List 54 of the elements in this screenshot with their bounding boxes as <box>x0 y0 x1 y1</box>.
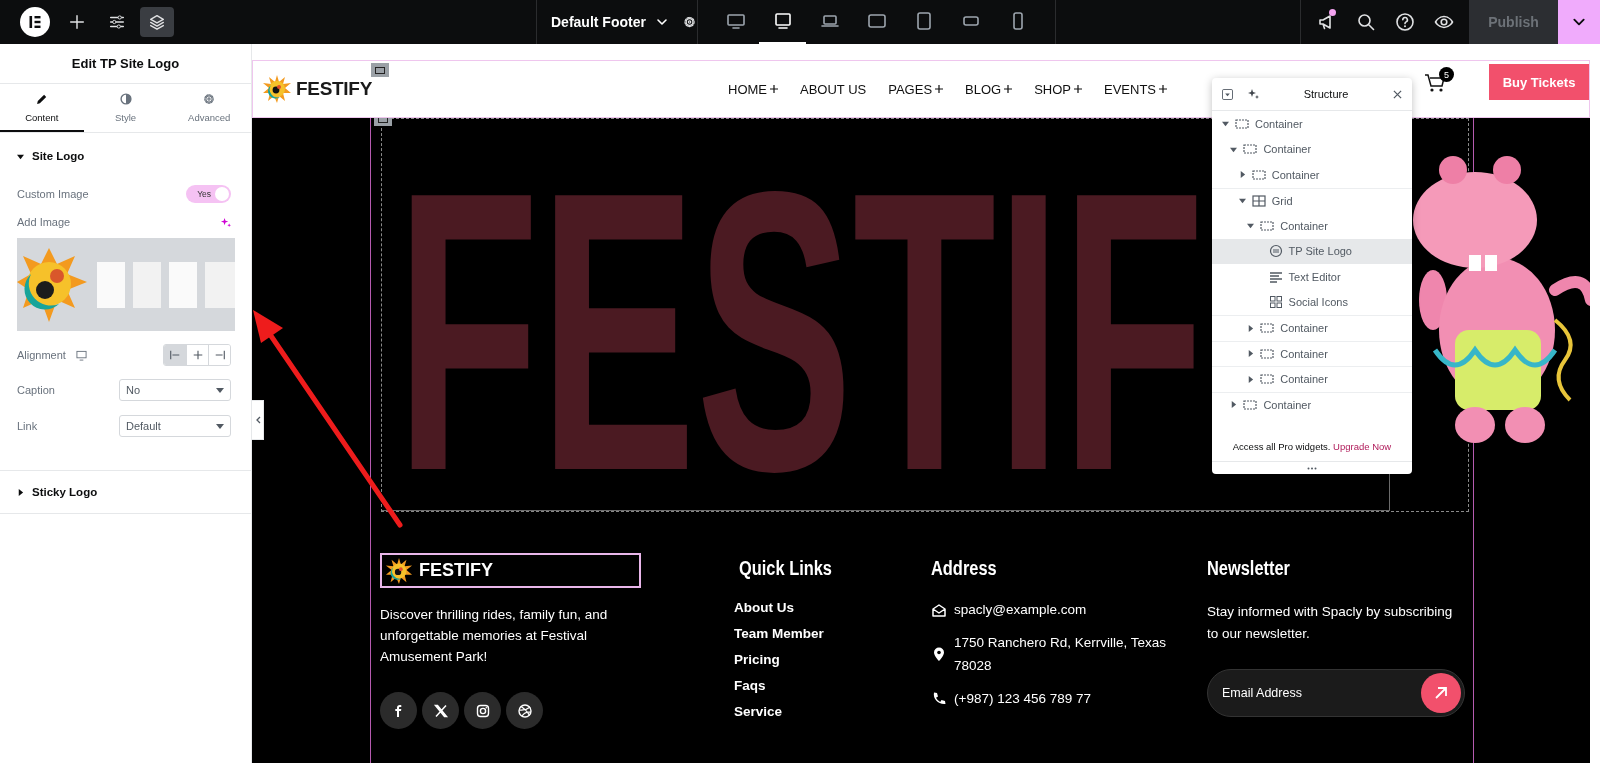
tree-item[interactable]: Container <box>1212 111 1412 137</box>
promo-text: Access all Pro widgets. Upgrade Now <box>1231 441 1393 454</box>
tree-item[interactable]: Container <box>1212 162 1412 188</box>
cart-count-badge: 5 <box>1439 67 1454 82</box>
panel-tab[interactable]: Content <box>0 84 84 132</box>
nav-link[interactable]: ABOUT US <box>800 81 867 97</box>
newsletter-text: Stay informed with Spacly by subscribing to our newsletter. <box>1207 603 1454 643</box>
field-label: Alignment <box>17 349 66 361</box>
contact-text: 1750 Ranchero Rd, Kerrville, Texas 78028 <box>954 634 1168 675</box>
column-heading: Newsletter <box>1207 557 1290 580</box>
nav-link[interactable]: HOME <box>728 81 778 97</box>
headline-text: FESTIF <box>396 181 1205 481</box>
logo-text: FESTIFY <box>419 560 493 581</box>
document-title-button[interactable]: Default Footer <box>551 14 668 30</box>
panel-tab[interactable]: Advanced <box>167 84 251 132</box>
footer-link[interactable]: Team Member <box>734 626 824 641</box>
toggle-switch[interactable]: Yes <box>186 185 231 203</box>
panel-title: Structure <box>1302 88 1350 100</box>
tree-item[interactable]: Container <box>1212 136 1412 162</box>
panel-title: Edit TP Site Logo <box>0 44 251 84</box>
nav-link[interactable]: BLOG <box>965 81 1013 97</box>
tree-item[interactable]: Container <box>1212 315 1412 341</box>
section-header[interactable]: Site Logo <box>17 145 85 167</box>
field-label: Link <box>17 420 38 432</box>
footer-description: Discover thrilling rides, family fun, and unforgettable memories at Festival Amusement Park! <box>380 606 609 666</box>
tree-item[interactable]: TP Site Logo <box>1212 238 1412 264</box>
footer-link[interactable]: Service <box>734 704 783 719</box>
panel-tab[interactable]: Style <box>83 84 168 132</box>
tree-item[interactable]: Grid <box>1212 187 1412 213</box>
contact-text: spacly@example.com <box>954 601 1088 619</box>
footer-link[interactable]: Faqs <box>734 678 766 693</box>
email-field[interactable]: Email Address <box>1207 669 1465 717</box>
column-heading: Address <box>931 557 997 580</box>
footer-link[interactable]: About Us <box>734 600 794 615</box>
nav-link[interactable]: PAGES <box>888 81 944 97</box>
tree-item[interactable]: Container <box>1212 391 1412 417</box>
footer-link[interactable]: Pricing <box>734 652 780 667</box>
tree-item[interactable]: Container <box>1212 366 1412 392</box>
field-label: Custom Image <box>17 188 89 200</box>
field-label: Add Image <box>17 216 71 228</box>
tree-item[interactable]: Social Icons <box>1212 289 1412 315</box>
nav-link[interactable]: EVENTS <box>1104 81 1168 97</box>
field-label: Caption <box>17 384 55 396</box>
tree-item[interactable]: Container <box>1212 213 1412 239</box>
upgrade-link[interactable]: Upgrade Now <box>1333 441 1392 452</box>
contact-text: (+987) 123 456 789 77 <box>954 690 1092 708</box>
tree-item[interactable]: Text Editor <box>1212 264 1412 290</box>
select-field[interactable]: No <box>119 379 231 401</box>
column-heading: Quick Links <box>739 557 832 580</box>
select-field[interactable]: Default <box>119 415 231 437</box>
nav-link[interactable]: SHOP <box>1034 81 1083 97</box>
tree-item[interactable]: Container <box>1212 340 1412 366</box>
section-header[interactable]: Sticky Logo <box>17 471 98 513</box>
logo-text: FESTIFY <box>296 78 372 100</box>
